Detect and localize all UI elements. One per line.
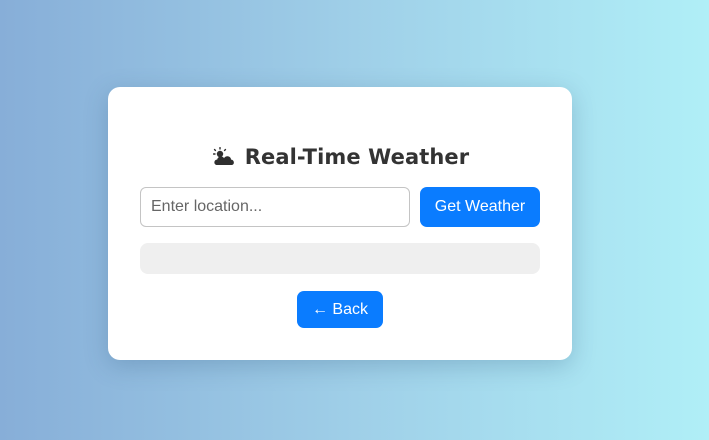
back-button[interactable]: ← Back xyxy=(297,291,383,328)
app-title: Real-Time Weather xyxy=(244,145,470,169)
get-weather-button[interactable]: Get Weather xyxy=(420,187,540,227)
page-title: Real-Time Weather xyxy=(108,141,572,173)
weather-result-panel xyxy=(140,243,540,274)
sun-behind-cloud-icon xyxy=(211,146,237,168)
location-input[interactable] xyxy=(140,187,410,227)
weather-card: Real-Time Weather Get Weather ← Back xyxy=(108,87,572,360)
